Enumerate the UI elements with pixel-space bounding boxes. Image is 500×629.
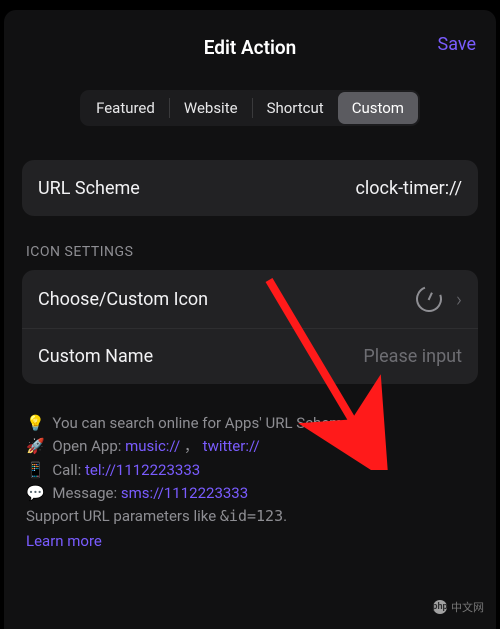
tip-support-text: Support URL parameters like (26, 507, 220, 525)
tips-block: 💡 You can search online for Apps' URL Sc… (22, 412, 478, 554)
watermark-text: 中文网 (451, 599, 484, 615)
lightbulb-icon: 💡 (26, 414, 45, 432)
tip-call-label: Call: (52, 461, 81, 479)
segmented-control-wrap: Featured Website Shortcut Custom (22, 90, 478, 126)
watermark: php 中文网 (433, 599, 484, 615)
tab-shortcut[interactable]: Shortcut (253, 92, 338, 124)
tip-call: 📱 Call: tel://1112223333 (26, 459, 474, 482)
timer-icon (412, 282, 447, 317)
link-music[interactable]: music:// (125, 437, 180, 455)
separator: ， (184, 437, 199, 455)
header: Edit Action Save (22, 28, 478, 66)
custom-name-input[interactable]: Please input (363, 346, 462, 367)
tip-support-code: &id=123 (220, 507, 283, 525)
edit-action-sheet: Edit Action Save Featured Website Shortc… (4, 10, 496, 629)
segmented-control: Featured Website Shortcut Custom (80, 90, 420, 126)
tip-open-app: 🚀 Open App: music:// ， twitter:// (26, 435, 474, 458)
choose-icon-label: Choose/Custom Icon (38, 289, 208, 310)
tip-search: 💡 You can search online for Apps' URL Sc… (26, 412, 474, 435)
tip-search-text: You can search online for Apps' URL Sche… (52, 414, 362, 432)
url-scheme-row[interactable]: URL Scheme clock-timer:// (22, 160, 478, 216)
tip-message: 💬 Message: sms://1112223333 (26, 482, 474, 505)
custom-name-label: Custom Name (38, 346, 153, 367)
url-scheme-label: URL Scheme (38, 178, 140, 199)
chevron-right-icon: › (456, 287, 462, 311)
tip-message-label: Message: (52, 484, 117, 502)
tab-website[interactable]: Website (170, 92, 252, 124)
icon-settings-card: Choose/Custom Icon › Custom Name Please … (22, 270, 478, 384)
tip-support: Support URL parameters like &id=123. (26, 505, 474, 528)
tab-custom[interactable]: Custom (338, 92, 418, 124)
link-twitter[interactable]: twitter:// (203, 437, 260, 455)
page-title: Edit Action (204, 36, 297, 59)
link-tel[interactable]: tel://1112223333 (85, 461, 200, 479)
url-scheme-value: clock-timer:// (355, 178, 462, 199)
tip-open-app-label: Open App: (52, 437, 121, 455)
link-sms[interactable]: sms://1112223333 (121, 484, 248, 502)
choose-icon-row[interactable]: Choose/Custom Icon › (22, 270, 478, 328)
icon-settings-header: ICON SETTINGS (26, 244, 474, 260)
tab-featured[interactable]: Featured (82, 92, 169, 124)
speech-bubble-icon: 💬 (26, 484, 45, 502)
rocket-icon: 🚀 (26, 437, 45, 455)
learn-more-link[interactable]: Learn more (26, 530, 102, 553)
phone-icon: 📱 (26, 461, 45, 479)
save-button[interactable]: Save (438, 34, 477, 55)
watermark-logo: php (433, 600, 447, 614)
choose-icon-trail: › (416, 286, 462, 312)
url-scheme-card: URL Scheme clock-timer:// (22, 160, 478, 216)
custom-name-row[interactable]: Custom Name Please input (22, 328, 478, 384)
